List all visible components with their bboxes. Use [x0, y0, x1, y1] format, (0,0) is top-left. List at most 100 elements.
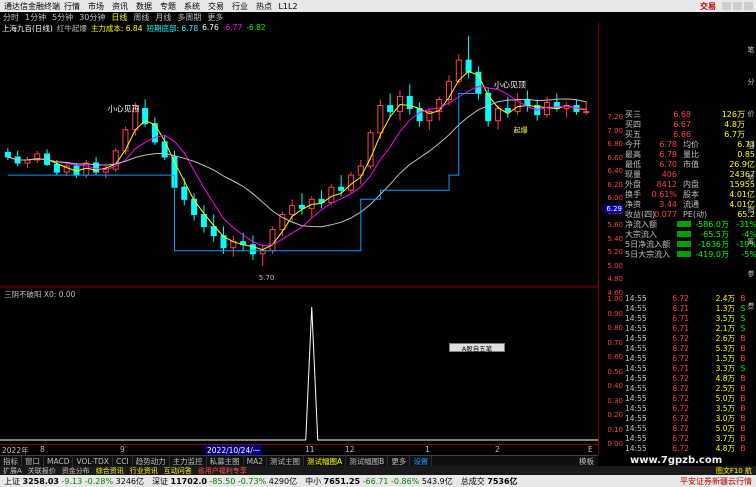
- flow-label: 5日大宗流入: [625, 249, 671, 259]
- price-tick: 5.60: [607, 221, 623, 229]
- tick-row: 14:55 6.72 2.6万 B: [625, 333, 756, 343]
- menu-item[interactable]: 专题: [156, 1, 180, 12]
- candle-body: [504, 108, 511, 113]
- tab[interactable]: 测试幅图B: [346, 455, 389, 467]
- candle-body: [387, 105, 394, 113]
- trade-button[interactable]: 交易: [700, 1, 722, 12]
- tab[interactable]: MA2: [244, 456, 268, 466]
- f10-link[interactable]: 图文F10 航: [716, 466, 756, 476]
- tab[interactable]: MACD: [44, 456, 74, 466]
- orderbook-price: 6.66: [673, 129, 691, 139]
- tick-price: 6.72: [672, 333, 689, 343]
- orderbook-price: 6.67: [673, 119, 691, 129]
- period-tab-active[interactable]: 日线: [108, 12, 130, 23]
- menu-item[interactable]: 行业: [228, 1, 252, 12]
- tick-row: 14:55 6.72 2.5万 B: [625, 383, 756, 393]
- menu-item[interactable]: 市场: [84, 1, 108, 12]
- period-tab[interactable]: 30分钟: [76, 12, 108, 23]
- tick-list[interactable]: 14:55 6.72 2.4万 B 14:55 6.71 1.3万 S 14:55 6.71 3.5…: [625, 293, 756, 453]
- quote-panel: 7.207.006.806.606.406.206.005.805.605.40…: [598, 23, 756, 455]
- candlestick-chart[interactable]: 小心见顶小心见顶5.70起爆: [0, 33, 598, 287]
- date-label: 2: [495, 445, 500, 454]
- side-nav-item[interactable]: 指: [746, 205, 756, 215]
- price-tick: 6.60: [607, 153, 623, 162]
- tick-row: 14:55 6.72 3.5万 B: [625, 403, 756, 413]
- tick-row: 14:55 6.72 4.8万 B: [625, 373, 756, 383]
- period-tab[interactable]: 多周期: [174, 12, 204, 23]
- sub-tab[interactable]: 综合资讯: [93, 466, 127, 476]
- menu-item[interactable]: 资讯: [108, 1, 132, 12]
- quote-value: 6.78: [659, 139, 677, 149]
- date-label: E: [588, 445, 593, 454]
- template-button[interactable]: 模板: [579, 456, 598, 467]
- sub-tab[interactable]: 互动问答: [161, 466, 195, 476]
- tick-time: 14:55: [625, 443, 647, 453]
- menu-item[interactable]: 行情: [60, 1, 84, 12]
- period-tab[interactable]: 月线: [152, 12, 174, 23]
- tab[interactable]: 更多: [388, 455, 411, 467]
- maximize-icon[interactable]: [733, 2, 742, 10]
- period-tab[interactable]: 1分钟: [22, 12, 49, 23]
- menu-item[interactable]: 系统: [180, 1, 204, 12]
- tick-row: 14:55 6.72 5.3万 B: [625, 343, 756, 353]
- menu-item[interactable]: L1L2: [276, 2, 300, 11]
- period-tab[interactable]: 更多: [204, 12, 226, 23]
- index-shenzhen[interactable]: 深证 11702.0 -85.50 -0.73% 4290亿: [148, 476, 301, 487]
- tab[interactable]: 测试主图: [267, 455, 305, 467]
- window-controls: [722, 2, 756, 10]
- sub-tab[interactable]: 扩展A: [0, 466, 25, 476]
- tick-time: 14:55: [625, 323, 647, 333]
- side-nav-item[interactable]: 价: [746, 109, 756, 119]
- app-title-text: 通达信金融终端: [4, 1, 60, 11]
- tab-settings[interactable]: 设置: [410, 455, 433, 467]
- indicator-tick: 0.80: [607, 324, 623, 332]
- side-nav-item[interactable]: 叁: [746, 301, 756, 311]
- side-nav-item[interactable]: 筹: [746, 237, 756, 247]
- tick-row: 14:55 6.71 1.3万 S: [625, 303, 756, 313]
- tick-time: 14:55: [625, 333, 647, 343]
- current-price-marker: 6.29: [605, 205, 623, 213]
- main-cost-label: 主力成本: 6.84: [90, 24, 143, 33]
- candle-body: [524, 99, 531, 107]
- candle-body: [151, 123, 158, 143]
- tab[interactable]: CCI: [113, 456, 133, 466]
- period-tab[interactable]: 周线: [130, 12, 152, 23]
- date-axis: 2022年 8 9 2022/10/24/一 11 12 1 2 E: [0, 444, 598, 456]
- indicator-chart[interactable]: [0, 287, 598, 444]
- close-icon[interactable]: [744, 2, 753, 10]
- tick-price: 6.72: [672, 343, 689, 353]
- candle-body: [269, 229, 276, 252]
- index-sme[interactable]: 中小 7651.25 -66.71 -0.86% 543.9亿: [301, 476, 457, 487]
- flow-bar: [677, 231, 691, 237]
- period-tab[interactable]: 5分钟: [49, 12, 76, 23]
- sub-tab[interactable]: 省用户福利专享: [195, 466, 250, 476]
- sub-tab[interactable]: 资金分布: [59, 466, 93, 476]
- value-3: -6.82: [246, 23, 266, 32]
- tab[interactable]: VOL-TDX: [73, 456, 113, 466]
- orderbook-price: 6.68: [673, 109, 691, 119]
- side-nav-item[interactable]: 势: [746, 173, 756, 183]
- candle-body: [4, 151, 11, 158]
- period-tab[interactable]: 分时: [0, 12, 22, 23]
- candle-body: [377, 105, 384, 134]
- side-nav-item[interactable]: 笔: [746, 45, 756, 55]
- menu-item[interactable]: 热点: [252, 1, 276, 12]
- side-nav-item[interactable]: 参: [746, 269, 756, 279]
- candle-body: [338, 186, 345, 191]
- menu-item[interactable]: 交易: [204, 1, 228, 12]
- menu-item[interactable]: 数据: [132, 1, 156, 12]
- side-nav-item[interactable]: 分: [746, 77, 756, 87]
- tab-active[interactable]: 测试幅图A: [304, 455, 347, 467]
- minimize-icon[interactable]: [722, 2, 731, 10]
- tick-price: 6.72: [672, 433, 689, 443]
- price-tick: 6.80: [607, 140, 623, 148]
- index-shanghai[interactable]: 上证 3258.03 -9.13 -0.28% 3246亿: [0, 476, 148, 487]
- indicator-tick: 0.30: [607, 396, 623, 405]
- broker-name: 平安证券新疆云行情: [680, 476, 752, 486]
- side-nav-item[interactable]: 细: [746, 141, 756, 151]
- sub-tab[interactable]: 关联报价: [25, 466, 59, 476]
- sub-tab[interactable]: 行业资讯: [127, 466, 161, 476]
- popup-button[interactable]: A股自五笔: [449, 343, 505, 353]
- side-nav: 笔分价细势指筹参叁: [746, 23, 756, 455]
- quote-value: 3.44: [659, 199, 677, 209]
